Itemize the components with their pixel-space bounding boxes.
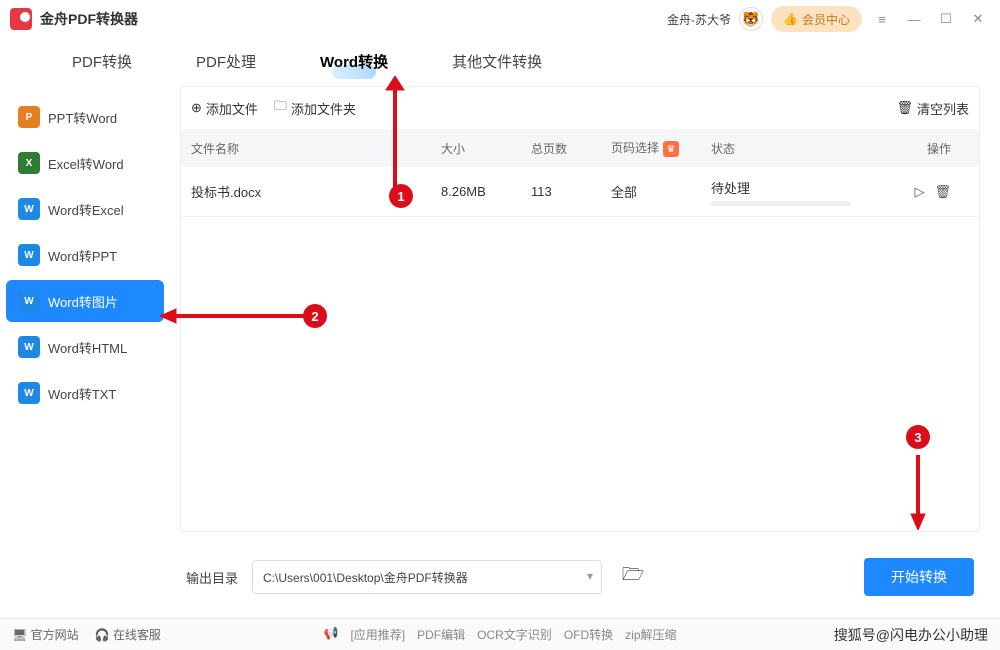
output-label: 输出目录	[186, 568, 238, 587]
sidebar-item-label: Word转图片	[48, 292, 118, 311]
sidebar-item-ppt-to-word[interactable]: P PPT转Word	[6, 96, 164, 138]
app-title: 金舟PDF转换器	[40, 9, 138, 29]
start-convert-button[interactable]: 开始转换	[864, 558, 974, 596]
cell-range[interactable]: 全部	[611, 182, 711, 201]
speaker-icon: 📢	[324, 626, 339, 643]
sidebar-item-label: Word转TXT	[48, 384, 116, 403]
word-icon: W	[18, 198, 40, 220]
folder-icon: 🗁	[622, 562, 644, 592]
status-text: 待处理	[711, 178, 881, 197]
app-logo-icon	[10, 8, 32, 30]
th-range: 页码选择♛	[611, 139, 711, 158]
titlebar: 金舟PDF转换器 金舟-苏大爷 🐯 👍会员中心 ≡ — ☐ ✕	[0, 0, 1000, 38]
footer-link[interactable]: OCR文字识别	[477, 626, 552, 643]
clear-list-button[interactable]: 🗑清空列表	[896, 99, 969, 118]
username: 金舟-苏大爷	[667, 11, 731, 28]
tab-pdf-process[interactable]: PDF处理	[164, 38, 288, 85]
sidebar: P PPT转Word X Excel转Word W Word转Excel W Word转…	[0, 86, 170, 606]
support-link[interactable]: 🎧 在线客服	[95, 626, 161, 643]
sidebar-item-word-to-ppt[interactable]: W Word转PPT	[6, 234, 164, 276]
open-folder-button[interactable]: 🗁	[616, 560, 650, 594]
cell-pages: 113	[531, 184, 611, 199]
footer-links: 📢 [应用推荐] PDF编辑 OCR文字识别 OFD转换 zip解压缩	[324, 626, 677, 643]
word-icon: W	[18, 336, 40, 358]
maximize-icon[interactable]: ☐	[934, 7, 958, 31]
footer-link[interactable]: [应用推荐]	[350, 626, 405, 643]
add-file-button[interactable]: ⊕添加文件	[191, 99, 258, 118]
word-icon: W	[18, 290, 40, 312]
table-header: 文件名称 大小 总页数 页码选择♛ 状态 操作	[181, 129, 979, 167]
word-icon: W	[18, 382, 40, 404]
sidebar-item-label: Word转Excel	[48, 200, 124, 219]
footer-link[interactable]: PDF编辑	[417, 626, 465, 643]
sidebar-item-word-to-txt[interactable]: W Word转TXT	[6, 372, 164, 414]
output-bar: 输出目录 C:\Users\001\Desktop\金舟PDF转换器 ▾ 🗁 开…	[170, 532, 990, 606]
play-icon[interactable]: ▷	[914, 184, 924, 200]
delete-icon[interactable]: 🗑	[934, 184, 951, 200]
chevron-down-icon[interactable]: ▾	[587, 569, 593, 583]
minimize-icon[interactable]: —	[902, 7, 926, 31]
sidebar-item-label: Word转HTML	[48, 338, 127, 357]
vip-badge-icon: ♛	[663, 141, 679, 157]
official-site-link[interactable]: 🖥 官方网站	[12, 626, 79, 643]
progress-bar	[711, 201, 851, 206]
add-folder-button[interactable]: 🗀添加文件夹	[274, 97, 356, 119]
th-size: 大小	[441, 140, 531, 157]
add-file-label: 添加文件	[206, 99, 258, 118]
sidebar-item-word-to-html[interactable]: W Word转HTML	[6, 326, 164, 368]
th-pages: 总页数	[531, 140, 611, 157]
sidebar-item-label: Word转PPT	[48, 246, 117, 265]
close-icon[interactable]: ✕	[966, 7, 990, 31]
add-folder-label: 添加文件夹	[291, 99, 356, 118]
word-icon: W	[18, 244, 40, 266]
thumbs-up-icon: 👍	[783, 12, 798, 26]
sidebar-item-word-to-excel[interactable]: W Word转Excel	[6, 188, 164, 230]
footer-link[interactable]: OFD转换	[564, 626, 613, 643]
top-tabs: PDF转换 PDF处理 Word转换 其他文件转换	[0, 38, 1000, 86]
cell-op: ▷ 🗑	[881, 184, 951, 200]
sidebar-item-excel-to-word[interactable]: X Excel转Word	[6, 142, 164, 184]
table-row[interactable]: 投标书.docx 8.26MB 113 全部 待处理 ▷ 🗑	[181, 167, 979, 217]
cell-filename: 投标书.docx	[191, 182, 441, 201]
add-folder-icon: 🗀	[274, 97, 287, 119]
excel-icon: X	[18, 152, 40, 174]
main: P PPT转Word X Excel转Word W Word转Excel W Word转…	[0, 86, 1000, 606]
th-op: 操作	[881, 140, 951, 157]
toolbar: ⊕添加文件 🗀添加文件夹 🗑清空列表	[181, 87, 979, 129]
add-file-icon: ⊕	[191, 100, 202, 116]
output-path-text: C:\Users\001\Desktop\金舟PDF转换器	[263, 569, 468, 586]
watermark-text: 搜狐号@闪电办公小助理	[834, 625, 988, 645]
trash-icon: 🗑	[896, 100, 913, 116]
sidebar-item-label: Excel转Word	[48, 154, 124, 173]
sidebar-item-word-to-image[interactable]: W Word转图片	[6, 280, 164, 322]
tab-word-convert[interactable]: Word转换	[288, 38, 420, 85]
output-path-field[interactable]: C:\Users\001\Desktop\金舟PDF转换器 ▾	[252, 560, 602, 594]
menu-icon[interactable]: ≡	[870, 7, 894, 31]
cell-status: 待处理	[711, 178, 881, 206]
th-status: 状态	[711, 140, 881, 157]
vip-button[interactable]: 👍会员中心	[771, 6, 862, 32]
footer-link[interactable]: zip解压缩	[625, 626, 676, 643]
ppt-icon: P	[18, 106, 40, 128]
footer: 🖥 官方网站 🎧 在线客服 📢 [应用推荐] PDF编辑 OCR文字识别 OFD…	[0, 618, 1000, 650]
content: ⊕添加文件 🗀添加文件夹 🗑清空列表 文件名称 大小 总页数 页码选择♛ 状态 …	[170, 86, 1000, 606]
cell-size: 8.26MB	[441, 184, 531, 199]
sidebar-item-label: PPT转Word	[48, 108, 117, 127]
th-filename: 文件名称	[191, 140, 441, 157]
clear-list-label: 清空列表	[917, 99, 969, 118]
avatar-icon[interactable]: 🐯	[739, 7, 763, 31]
tab-other-convert[interactable]: 其他文件转换	[420, 38, 574, 85]
tab-pdf-convert[interactable]: PDF转换	[40, 38, 164, 85]
